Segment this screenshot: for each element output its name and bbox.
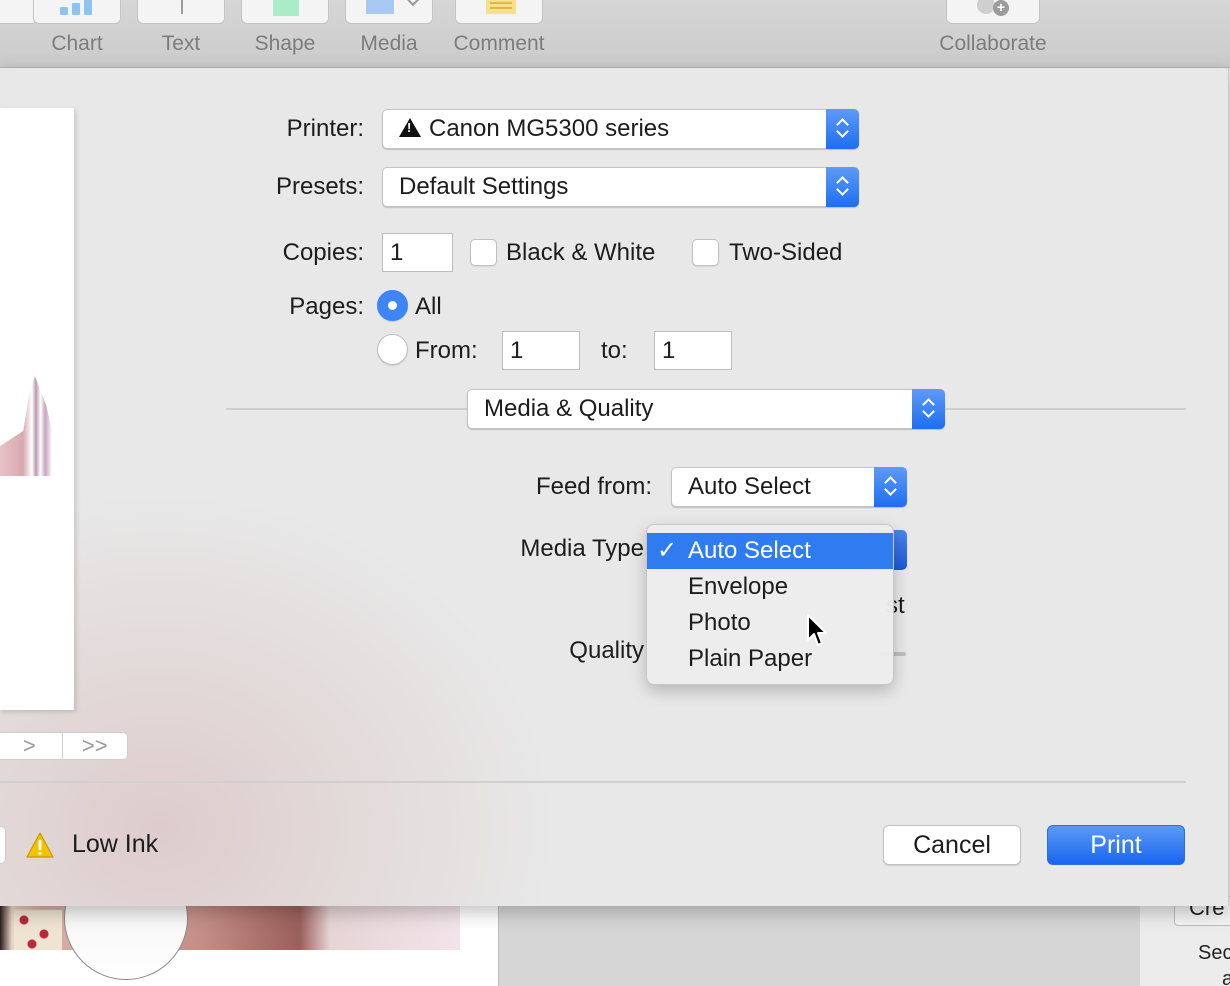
- section-popup-value: Media & Quality: [484, 395, 654, 422]
- toolbar-chart-button[interactable]: Chart: [33, 0, 121, 56]
- presets-popup[interactable]: Default Settings: [382, 167, 859, 207]
- pages-label: Pages:: [289, 293, 364, 320]
- feed-from-popup[interactable]: Auto Select: [671, 467, 907, 507]
- checkmark-icon: ✓: [657, 537, 678, 564]
- up-down-stepper-icon: [874, 467, 907, 507]
- menu-item-photo[interactable]: Photo: [647, 605, 893, 641]
- media-type-label: Media Type: [520, 535, 644, 562]
- toolbar-comment-button[interactable]: Comment: [449, 0, 549, 56]
- footer-separator: [0, 781, 1186, 783]
- up-down-stepper-icon: [826, 109, 859, 149]
- low-ink-status: Low Ink: [72, 830, 159, 858]
- background-sidebar-text: Sec: [1198, 942, 1230, 964]
- section-separator-left: [226, 408, 468, 410]
- pages-from-label: From:: [415, 337, 478, 364]
- shape-icon: [273, 0, 299, 16]
- pages-to-field[interactable]: 1: [654, 331, 732, 370]
- two-sided-checkbox[interactable]: [692, 239, 719, 266]
- text-icon: [181, 0, 183, 14]
- menu-item-envelope[interactable]: Envelope: [647, 569, 893, 605]
- feed-from-label: Feed from:: [535, 473, 652, 500]
- toolbar-comment-label: Comment: [453, 32, 545, 55]
- print-button[interactable]: Print: [1047, 825, 1185, 865]
- toolbar-collaborate-button[interactable]: + Collaborate: [933, 0, 1053, 56]
- copies-label: Copies:: [282, 239, 364, 266]
- next-page-button[interactable]: >: [0, 733, 62, 759]
- last-page-button[interactable]: >>: [61, 733, 128, 759]
- pages-from-field[interactable]: 1: [502, 331, 580, 370]
- media-icon: [366, 0, 394, 14]
- black-white-label: Black & White: [506, 239, 656, 266]
- page-navigation: > >>: [0, 732, 128, 760]
- chevron-down-icon: [405, 0, 421, 7]
- feed-from-value: Auto Select: [688, 473, 811, 500]
- pages-to-label: to:: [601, 337, 628, 364]
- background-sidebar-text-2: a: [1222, 968, 1230, 986]
- section-separator-right: [944, 408, 1186, 410]
- black-white-checkbox[interactable]: [470, 239, 497, 266]
- pages-all-label: All: [415, 293, 442, 320]
- warning-icon: [26, 832, 54, 858]
- menu-item-auto-select[interactable]: ✓ Auto Select: [647, 533, 893, 569]
- mouse-cursor-icon: [807, 614, 827, 646]
- menu-item-plain-paper[interactable]: Plain Paper: [647, 641, 893, 677]
- up-down-stepper-icon: [912, 389, 945, 429]
- comment-icon: [486, 0, 516, 14]
- copies-field[interactable]: 1: [382, 233, 453, 272]
- cancel-button[interactable]: Cancel: [883, 825, 1021, 865]
- pdf-menu-button-partial[interactable]: [0, 826, 6, 864]
- quality-label: Quality: [569, 637, 644, 664]
- plus-icon: +: [993, 0, 1009, 16]
- toolbar-text-button[interactable]: Text: [137, 0, 225, 56]
- background-panel: [498, 906, 1140, 986]
- media-type-menu: ✓ Auto Select Envelope Photo Plain Paper: [646, 524, 894, 685]
- toolbar-collaborate-label: Collaborate: [939, 32, 1047, 55]
- toolbar-shape-button[interactable]: Shape: [241, 0, 329, 56]
- pages-range-radio[interactable]: [377, 334, 408, 365]
- toolbar-media-button[interactable]: Media: [345, 0, 433, 56]
- presets-value: Default Settings: [399, 173, 569, 200]
- print-dialog: > >> Printer: Canon MG5300 series Preset…: [0, 68, 1229, 906]
- printer-value: Canon MG5300 series: [429, 115, 670, 142]
- toolbar-shape-label: Shape: [254, 32, 316, 55]
- section-popup[interactable]: Media & Quality: [467, 389, 945, 429]
- app-toolbar: Chart Text Shape Media Comment + Collabo…: [0, 0, 1230, 68]
- toolbar-chart-label: Chart: [51, 32, 103, 55]
- up-down-stepper-icon: [826, 167, 859, 207]
- toolbar-text-label: Text: [161, 32, 201, 55]
- chart-icon: [33, 0, 121, 24]
- toolbar-media-label: Media: [360, 32, 418, 55]
- pages-all-radio[interactable]: [377, 290, 408, 321]
- presets-label: Presets:: [275, 173, 364, 200]
- warning-icon: [399, 118, 421, 137]
- printer-popup[interactable]: Canon MG5300 series: [382, 109, 859, 149]
- two-sided-label: Two-Sided: [729, 239, 843, 266]
- printer-label: Printer:: [286, 115, 364, 142]
- print-preview-page: [0, 108, 74, 710]
